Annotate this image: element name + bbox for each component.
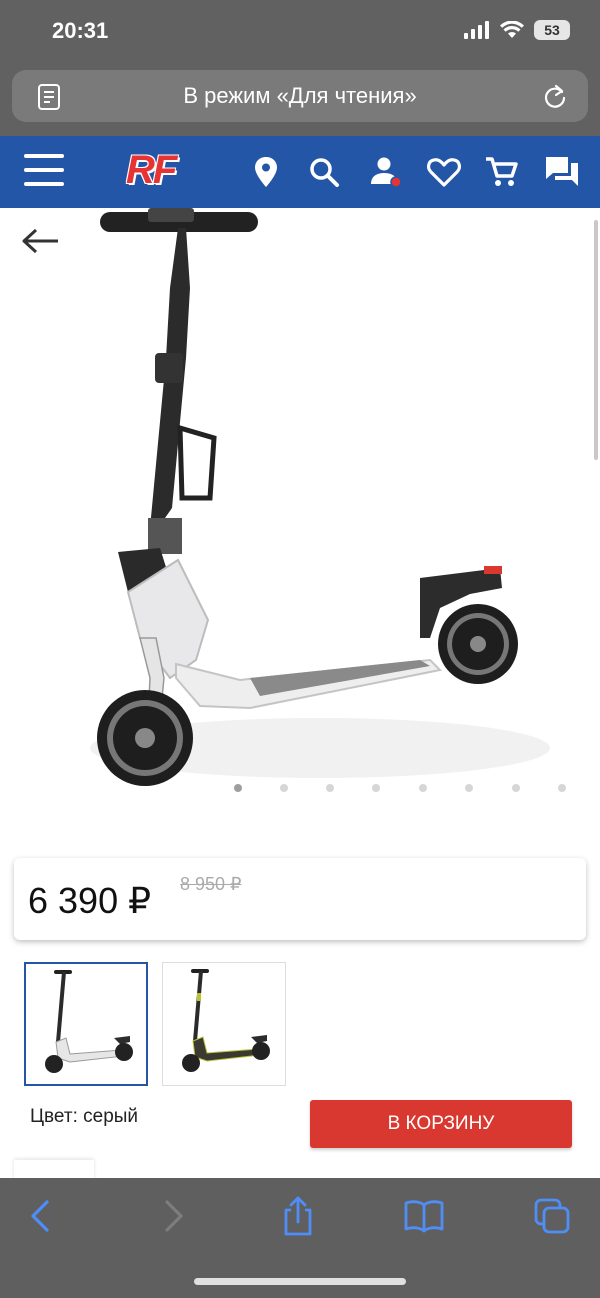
- color-thumbnail-gray[interactable]: [24, 962, 148, 1086]
- address-bar[interactable]: В режим «Для чтения»: [12, 70, 588, 122]
- color-label: Цвет: серый: [30, 1106, 139, 1127]
- reload-icon[interactable]: [542, 82, 568, 110]
- status-time: 20:31: [52, 18, 109, 43]
- scooter-thumbnail-olive: [182, 969, 270, 1072]
- gallery-dot[interactable]: [234, 784, 242, 792]
- share-icon[interactable]: [278, 1196, 318, 1236]
- gallery-dot[interactable]: [558, 784, 566, 792]
- tabs-icon[interactable]: [532, 1196, 572, 1236]
- menu-icon[interactable]: [24, 154, 64, 188]
- account-icon[interactable]: [368, 154, 404, 190]
- add-to-cart-button[interactable]: В КОРЗИНУ: [310, 1100, 572, 1148]
- site-logo[interactable]: RF: [126, 148, 177, 193]
- address-text: В режим «Для чтения»: [183, 83, 417, 108]
- favorites-icon[interactable]: [426, 154, 462, 190]
- next-card: [14, 1160, 94, 1180]
- home-indicator: [194, 1278, 406, 1285]
- search-icon[interactable]: [306, 154, 342, 190]
- site-header: RF: [0, 136, 600, 208]
- browser-address-area: В режим «Для чтения»: [0, 64, 600, 136]
- current-price: 6 390 ₽: [28, 880, 151, 921]
- product-gallery[interactable]: [0, 208, 600, 848]
- gallery-dot[interactable]: [280, 784, 288, 792]
- chat-icon[interactable]: [544, 154, 580, 190]
- bookmarks-icon[interactable]: [404, 1196, 444, 1236]
- status-bar: 20:31 53: [0, 0, 600, 64]
- old-price: 8 950 ₽: [180, 874, 242, 894]
- scooter-thumbnail-gray: [45, 970, 133, 1073]
- gallery-dots[interactable]: [0, 784, 600, 794]
- forward-icon[interactable]: [152, 1196, 192, 1236]
- browser-toolbar: [0, 1178, 600, 1298]
- gallery-dot[interactable]: [512, 784, 520, 792]
- status-icons: 53: [464, 20, 570, 40]
- reader-mode-icon[interactable]: [38, 84, 60, 110]
- battery-indicator: 53: [534, 20, 570, 40]
- gallery-dot[interactable]: [465, 784, 473, 792]
- location-icon[interactable]: [248, 154, 284, 190]
- page-scrollbar[interactable]: [594, 220, 598, 460]
- product-image: [90, 208, 550, 786]
- cart-icon[interactable]: [484, 154, 520, 190]
- color-thumbnail-olive[interactable]: [162, 962, 286, 1086]
- gallery-dot[interactable]: [326, 784, 334, 792]
- gallery-dot[interactable]: [419, 784, 427, 792]
- signal-icon: [464, 21, 489, 39]
- gallery-dot[interactable]: [372, 784, 380, 792]
- price-card: 6 390 ₽ 8 950 ₽: [14, 858, 586, 940]
- back-icon[interactable]: [22, 1196, 62, 1236]
- wifi-icon: [500, 21, 524, 38]
